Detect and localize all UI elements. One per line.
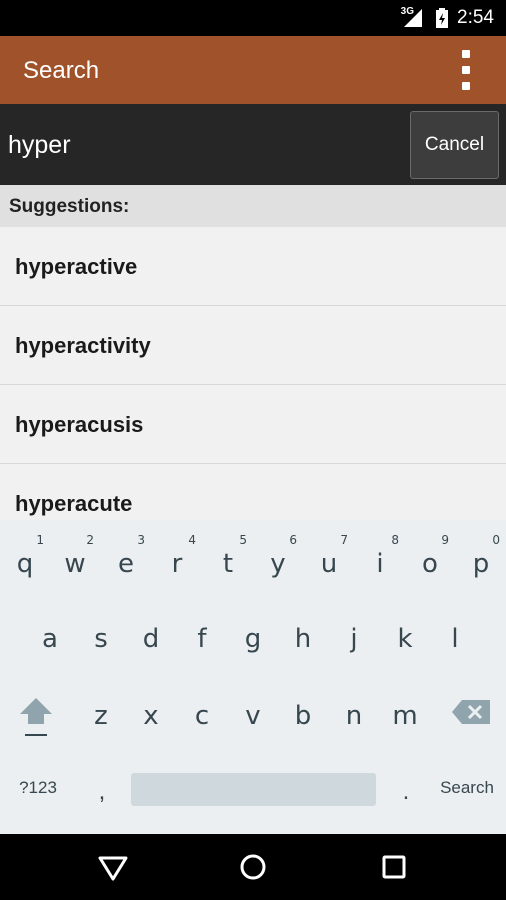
key-i[interactable]: 8i (355, 525, 405, 595)
suggestion-item[interactable]: hyperactive (0, 227, 506, 306)
suggestion-item[interactable]: hyperacute (0, 464, 506, 520)
back-icon[interactable] (97, 851, 129, 883)
key-k[interactable]: k (380, 600, 430, 670)
key-n[interactable]: n (329, 677, 379, 747)
key-y[interactable]: 6y (253, 525, 303, 595)
key-o[interactable]: 9o (405, 525, 455, 595)
suggestion-item[interactable]: hyperactivity (0, 306, 506, 385)
navigation-bar (0, 834, 506, 900)
key-h[interactable]: h (278, 600, 328, 670)
shift-icon[interactable] (14, 692, 58, 742)
space-bar[interactable] (131, 773, 376, 806)
suggestion-label: hyperacute (15, 491, 133, 516)
key-e[interactable]: 3e (101, 525, 151, 595)
status-bar: 3G 2:54 (0, 0, 506, 36)
page-title: Search (23, 57, 100, 84)
key-b[interactable]: b (278, 677, 328, 747)
key-m[interactable]: m (380, 677, 430, 747)
suggestion-list: hyperactive hyperactivity hyperacusis hy… (0, 227, 506, 520)
key-z[interactable]: z (76, 677, 126, 747)
key-x[interactable]: x (126, 677, 176, 747)
keyboard: 1q 2w 3e 4r 5t 6y 7u 8i 9o 0p a s d f g … (0, 520, 506, 834)
key-p[interactable]: 0p (456, 525, 506, 595)
overflow-menu-icon[interactable] (460, 50, 472, 90)
period-key[interactable]: . (396, 778, 416, 818)
key-r[interactable]: 4r (152, 525, 202, 595)
comma-key[interactable]: , (90, 778, 114, 818)
key-w[interactable]: 2w (50, 525, 100, 595)
search-bar: Cancel (0, 104, 506, 185)
key-u[interactable]: 7u (304, 525, 354, 595)
key-c[interactable]: c (177, 677, 227, 747)
suggestion-label: hyperactivity (15, 333, 151, 358)
key-f[interactable]: f (177, 600, 227, 670)
key-q[interactable]: 1q (0, 525, 50, 595)
app-bar: Search (0, 36, 506, 104)
key-v[interactable]: v (228, 677, 278, 747)
suggestion-item[interactable]: hyperacusis (0, 385, 506, 464)
signal-icon (404, 9, 422, 27)
recents-icon[interactable] (378, 851, 410, 883)
suggestions-header: Suggestions: (0, 185, 506, 227)
key-g[interactable]: g (228, 600, 278, 670)
backspace-icon[interactable] (452, 698, 492, 728)
home-icon[interactable] (237, 851, 269, 883)
key-j[interactable]: j (329, 600, 379, 670)
symbols-key[interactable]: ?123 (10, 778, 66, 804)
clock: 2:54 (457, 7, 494, 28)
key-d[interactable]: d (126, 600, 176, 670)
key-s[interactable]: s (76, 600, 126, 670)
cancel-button[interactable]: Cancel (410, 111, 499, 179)
key-t[interactable]: 5t (203, 525, 253, 595)
suggestion-label: hyperactive (15, 254, 138, 279)
battery-icon (436, 8, 448, 28)
suggestion-label: hyperacusis (15, 412, 144, 437)
search-input[interactable] (8, 120, 398, 170)
key-l[interactable]: l (430, 600, 480, 670)
suggestions-label: Suggestions: (9, 196, 130, 217)
key-a[interactable]: a (25, 600, 75, 670)
search-key[interactable]: Search (432, 778, 502, 804)
